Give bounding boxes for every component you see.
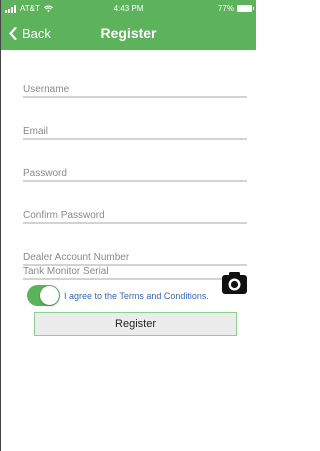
password-field[interactable] — [23, 162, 247, 181]
battery-percent: 77% — [217, 4, 234, 13]
scan-serial-button[interactable] — [221, 271, 248, 295]
username-field-wrapper — [23, 78, 247, 98]
app-screen: AT&T 4:43 PM 77% Back Register Username … — [0, 0, 256, 451]
status-bar: AT&T 4:43 PM 77% — [1, 0, 256, 18]
tank-monitor-serial-field-wrapper — [23, 260, 247, 280]
toggle-knob — [40, 286, 59, 305]
navigation-bar: Back Register — [1, 22, 256, 48]
tank-monitor-serial-field[interactable] — [23, 260, 247, 279]
header-bar: AT&T 4:43 PM 77% Back Register — [1, 0, 256, 50]
terms-toggle[interactable] — [27, 285, 60, 306]
page-title: Register — [100, 25, 157, 41]
confirm-password-field[interactable] — [23, 204, 247, 223]
username-field[interactable] — [23, 78, 247, 97]
terms-link[interactable]: I agree to the Terms and Conditions. — [64, 291, 209, 301]
terms-row: I agree to the Terms and Conditions. — [27, 285, 209, 306]
battery-icon — [237, 5, 254, 12]
register-button[interactable]: Register — [34, 312, 237, 336]
camera-icon — [222, 272, 247, 294]
email-field[interactable] — [23, 120, 247, 139]
email-field-wrapper — [23, 120, 247, 140]
password-field-wrapper — [23, 162, 247, 182]
confirm-password-field-wrapper — [23, 204, 247, 224]
status-right: 77% — [217, 4, 254, 13]
